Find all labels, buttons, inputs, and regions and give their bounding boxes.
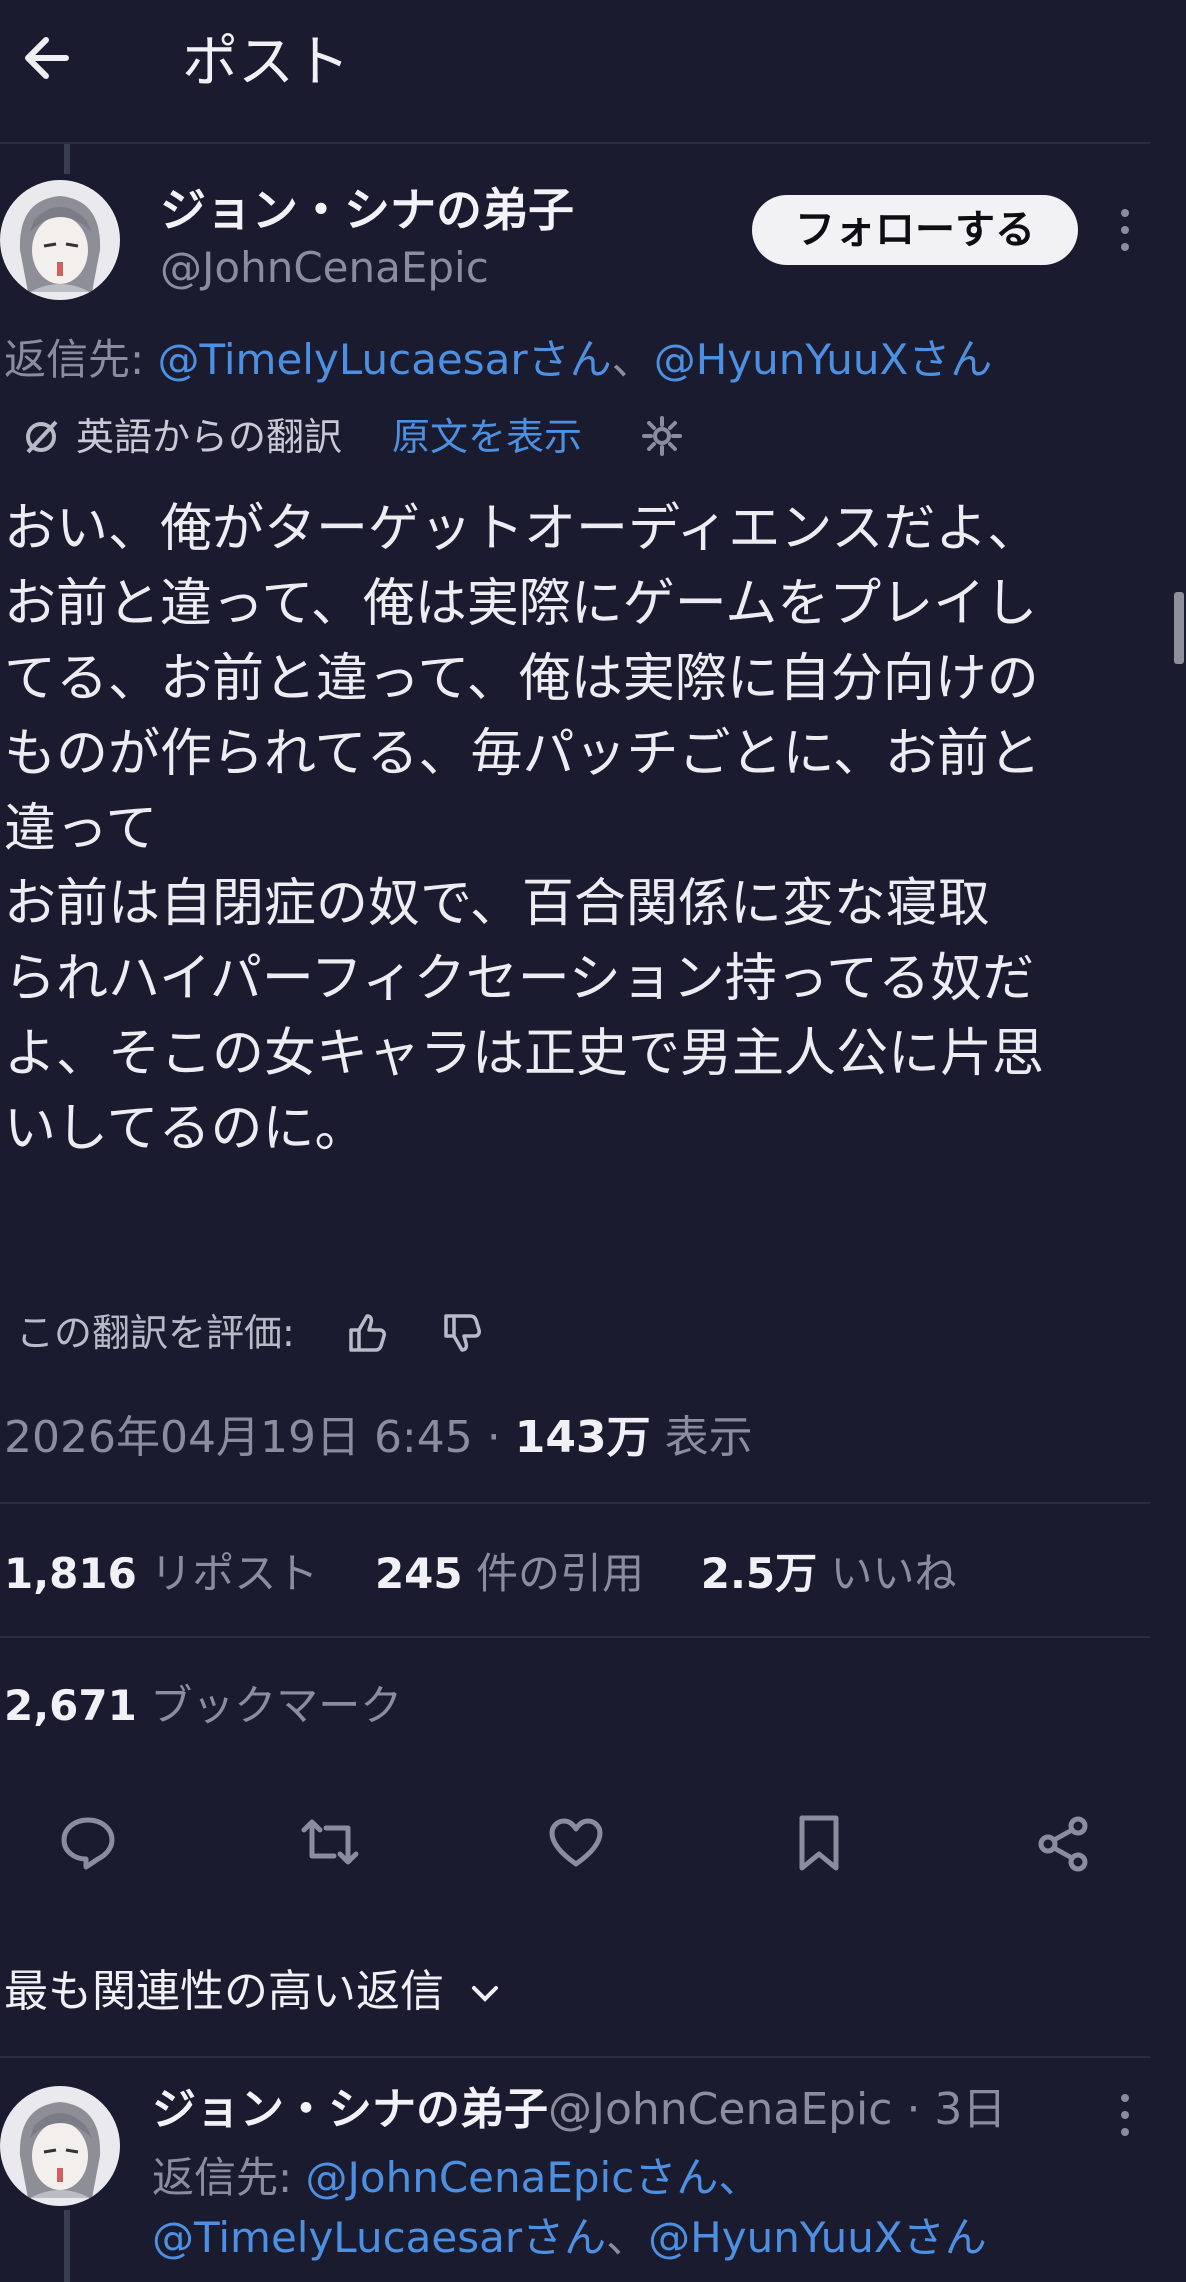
post-body-line: ものが作られてる、毎パッチごとに、お前と	[4, 724, 1041, 784]
stats-row: 1,816 リポスト 245 件の引用 2.5万 いいね	[4, 1544, 957, 1604]
post-body-line: 違って	[4, 799, 158, 859]
reply-to-line-2: @TimelyLucaesarさん、@HyunYuuXさん	[152, 2208, 987, 2268]
header-divider	[0, 142, 1150, 144]
reply-to-user-link[interactable]: @TimelyLucaesarさん	[158, 335, 612, 384]
post-body: おい、俺がターゲットオーディエンスだよ、 お前と違って、俺は実際にゲームをプレイ…	[4, 492, 1154, 1167]
post-body-line: いしてるのに。	[4, 1099, 367, 1159]
post-body-line: よ、そこの女キャラは正史で男主人公に片思	[4, 1024, 1045, 1084]
reply-more-options-icon[interactable]	[1110, 2090, 1140, 2140]
reply-to-user-link[interactable]: @HyunYuuXさん	[648, 2213, 987, 2262]
divider	[0, 1636, 1150, 1638]
like-heart-icon[interactable]	[546, 1816, 606, 1870]
post-body-line: お前と違って、俺は実際にゲームをプレイし	[4, 574, 1038, 634]
avatar[interactable]	[0, 180, 120, 300]
chevron-down-icon	[468, 1977, 502, 2011]
follow-button[interactable]: フォローする	[752, 195, 1078, 265]
reply-sort-dropdown[interactable]: 最も関連性の高い返信	[4, 1962, 502, 2022]
reply-to-prefix: 返信先:	[152, 2153, 306, 2202]
reply-sort-label: 最も関連性の高い返信	[4, 1966, 444, 2017]
likes-label: いいね	[830, 1549, 957, 1598]
show-original-link[interactable]: 原文を表示	[392, 410, 582, 464]
timestamp[interactable]: 2026年04月19日 6:45	[4, 1412, 473, 1463]
reply-thread-line	[64, 2210, 70, 2282]
divider	[0, 2056, 1150, 2058]
bookmarks-stat[interactable]: 2,671 ブックマーク	[4, 1676, 402, 1736]
reply-header: ジョン・シナの弟子@JohnCenaEpic · 3日	[152, 2080, 1006, 2140]
post-body-line: お前は自閉症の奴で、百合関係に変な寝取	[4, 874, 990, 934]
reply-separator: 、	[606, 2213, 649, 2262]
post-body-line: てる、お前と違って、俺は実際に自分向けの	[4, 649, 1039, 709]
reply-avatar[interactable]	[0, 2086, 120, 2206]
reply-to-user-link[interactable]: @TimelyLucaesarさん	[152, 2213, 606, 2262]
reply-to-line: 返信先: @JohnCenaEpicさん、	[152, 2148, 760, 2208]
translate-icon	[20, 416, 62, 458]
reply-to-prefix: 返信先:	[4, 335, 158, 384]
reposts-label: リポスト	[150, 1549, 319, 1598]
reply-author-handle[interactable]: @JohnCenaEpic	[548, 2084, 892, 2135]
post-body-line: おい、俺がターゲットオーディエンスだよ、	[4, 499, 1040, 559]
post-body-line: られハイパーフィクセーション持ってる奴だ	[4, 949, 1035, 1009]
meta-dot: ·	[472, 1412, 515, 1463]
quotes-count: 245	[374, 1549, 463, 1598]
timestamp-row: 2026年04月19日 6:45 · 143万 表示	[4, 1408, 753, 1468]
reply-time: · 3日	[892, 2084, 1007, 2135]
reposts-stat[interactable]: 1,816 リポスト	[4, 1549, 318, 1598]
author-name[interactable]: ジョン・シナの弟子	[160, 180, 574, 240]
quotes-label: 件の引用	[475, 1549, 644, 1598]
reply-to-line: 返信先: @TimelyLucaesarさん、@HyunYuuXさん	[4, 332, 992, 388]
views-label: 表示	[664, 1412, 753, 1463]
bookmarks-label: ブックマーク	[150, 1681, 403, 1730]
reply-to-user-link[interactable]: @HyunYuuXさん	[654, 335, 993, 384]
translation-label: 英語からの翻訳	[76, 415, 343, 459]
reply-author-name[interactable]: ジョン・シナの弟子	[152, 2084, 548, 2135]
more-options-icon[interactable]	[1110, 205, 1140, 255]
scrollbar-thumb[interactable]	[1174, 592, 1184, 664]
repost-icon[interactable]	[298, 1814, 362, 1870]
thumbs-down-icon[interactable]	[440, 1312, 484, 1356]
bookmarks-count: 2,671	[4, 1681, 137, 1730]
back-arrow-icon[interactable]	[18, 28, 78, 88]
page-title: ポスト	[182, 30, 350, 95]
settings-gear-icon[interactable]	[640, 414, 684, 458]
thread-line	[64, 144, 70, 174]
reply-icon[interactable]	[58, 1814, 118, 1870]
divider	[0, 1502, 1150, 1504]
author-handle[interactable]: @JohnCenaEpic	[160, 240, 489, 296]
reply-separator: 、	[611, 335, 654, 384]
share-icon[interactable]	[1034, 1814, 1094, 1874]
views-count: 143万	[514, 1412, 651, 1463]
thumbs-up-icon[interactable]	[345, 1310, 389, 1354]
bookmark-icon[interactable]	[796, 1814, 842, 1872]
likes-stat[interactable]: 2.5万 いいね	[701, 1549, 957, 1598]
reposts-count: 1,816	[4, 1549, 137, 1598]
rate-translation-label: この翻訳を評価:	[16, 1311, 295, 1355]
reply-to-user-link[interactable]: @JohnCenaEpicさん、	[306, 2153, 761, 2202]
quotes-stat[interactable]: 245 件の引用	[375, 1549, 644, 1598]
likes-count: 2.5万	[700, 1549, 818, 1598]
